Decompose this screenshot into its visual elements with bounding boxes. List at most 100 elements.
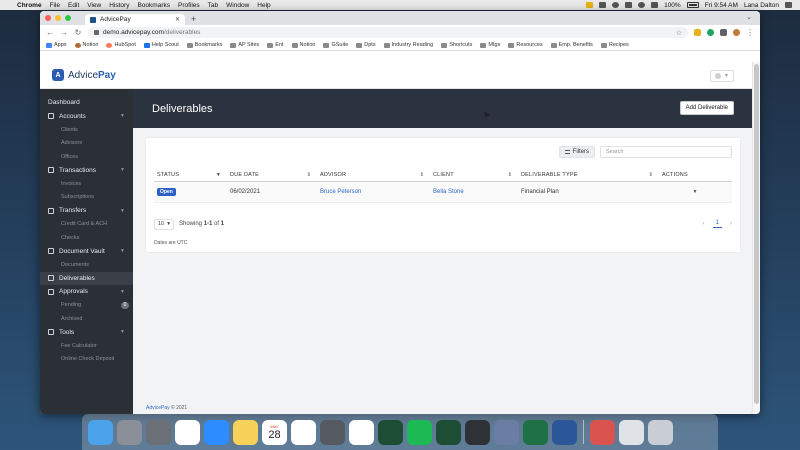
battery-icon[interactable] [686, 2, 699, 8]
sidebar-sub-checks[interactable]: Checks [40, 231, 133, 245]
menubar-tab[interactable]: Tab [208, 2, 218, 9]
sidebar-sub-archived[interactable]: Archived [40, 312, 133, 326]
menubar-file[interactable]: File [50, 2, 60, 9]
bookmark-hubspot[interactable]: HubSpot [106, 42, 136, 48]
profile-avatar-icon[interactable] [733, 29, 740, 36]
sidebar-item-approvals[interactable]: Approvals ▼ [40, 285, 133, 299]
sidebar-item-transactions[interactable]: Transactions ▼ [40, 164, 133, 178]
dock-system-preferences-icon[interactable] [146, 419, 171, 445]
tab-close-icon[interactable]: ✕ [175, 16, 180, 23]
scrollbar-thumb[interactable] [754, 64, 759, 404]
sidebar-sub-fee-calculator[interactable]: Fee Calculator [40, 339, 133, 353]
minimize-window-button[interactable] [55, 15, 61, 21]
dock-finder-icon[interactable] [88, 419, 113, 445]
browser-menu-icon[interactable]: ⋮ [746, 28, 754, 37]
page-scrollbar[interactable] [752, 62, 760, 414]
bookmark-star-icon[interactable]: ☆ [676, 29, 682, 37]
extension-1-icon[interactable] [694, 29, 701, 36]
sidebar-sub-advisors[interactable]: Advisors [40, 137, 133, 151]
bookmark-folder-mtgs[interactable]: Mtgs [480, 42, 500, 48]
dock-app-red-icon[interactable] [590, 419, 615, 445]
bookmark-folder-shortcuts[interactable]: Shortcuts [441, 42, 472, 48]
dock-trash-icon[interactable] [648, 419, 673, 445]
sidebar-item-accounts[interactable]: Accounts ▼ [40, 110, 133, 124]
menubar-help[interactable]: Help [257, 2, 270, 9]
sidebar-sub-pending[interactable]: Pending 0 [40, 299, 133, 313]
menubar-clock[interactable]: Fri 9:54 AM [705, 2, 738, 9]
dock-word-icon[interactable] [552, 419, 577, 445]
zoom-window-button[interactable] [65, 15, 71, 21]
bookmark-folder-notion[interactable]: Notion [291, 42, 315, 48]
sidebar-item-dashboard[interactable]: Dashboard [40, 96, 133, 110]
close-window-button[interactable] [45, 15, 51, 21]
sidebar-sub-documents[interactable]: Documents [40, 258, 133, 272]
extension-2-icon[interactable] [707, 29, 714, 36]
row-actions-dropdown[interactable]: ▼ [678, 188, 712, 197]
bookmark-help-scout[interactable]: Help Scout [143, 42, 179, 48]
page-1-button[interactable]: 1 [712, 220, 722, 228]
tab-search-icon[interactable]: ⌄ [746, 13, 752, 21]
sidebar-sub-credit-card-ach[interactable]: Credit Card & ACH [40, 218, 133, 232]
dock-mail-window-icon[interactable] [619, 419, 644, 445]
column-header-client[interactable]: CLIENT ⇕ [430, 168, 518, 182]
forward-button[interactable]: → [60, 28, 68, 37]
dock-spotify-icon[interactable] [407, 419, 432, 445]
extensions-puzzle-icon[interactable] [720, 29, 727, 36]
sidebar-sub-offices[interactable]: Offices [40, 150, 133, 164]
advicepay-logo[interactable]: A AdvicePay [52, 69, 116, 81]
sidebar-item-tools[interactable]: Tools ▼ [40, 326, 133, 340]
menubar-app-name[interactable]: Chrome [17, 2, 42, 9]
sidebar-item-transfers[interactable]: Transfers ▼ [40, 204, 133, 218]
search-input[interactable] [600, 146, 732, 158]
footer-brand-link[interactable]: AdvicePay [146, 405, 170, 411]
bookmark-apps[interactable]: Apps [46, 42, 67, 48]
lock-icon[interactable] [94, 30, 99, 35]
bookmark-folder-emp-benefits[interactable]: Emp. Benefits [550, 42, 593, 48]
bookmark-folder-resources[interactable]: Resources [508, 42, 543, 48]
back-button[interactable]: ← [46, 28, 54, 37]
menubar-user[interactable]: Lana Dalton [744, 2, 779, 9]
wifi-icon[interactable] [638, 2, 646, 8]
browser-tab-advicepay[interactable]: AdvicePay ✕ [85, 14, 185, 25]
column-header-due-date[interactable]: DUE DATE ⇕ [227, 168, 317, 182]
dock-calendar-icon[interactable]: MAY 28 [262, 419, 287, 445]
add-deliverable-button[interactable]: Add Deliverable [679, 101, 734, 115]
bookmark-folder-bookmarks[interactable]: Bookmarks [186, 42, 222, 48]
prev-page-button[interactable]: ‹ [703, 221, 705, 227]
sidebar-item-deliverables[interactable]: Deliverables [40, 271, 133, 285]
dock-slack-icon[interactable] [175, 419, 200, 445]
sidebar-sub-invoices[interactable]: Invoices [40, 177, 133, 191]
dock-numbers-icon[interactable] [320, 419, 345, 445]
bookmark-folder-industry-reading[interactable]: Industry Reading [383, 42, 433, 48]
menubar-bookmarks[interactable]: Bookmarks [137, 2, 170, 9]
table-row[interactable]: Open 06/02/2021 Bruce Peterson Bella Sto… [154, 182, 732, 203]
bookmark-folder-ent[interactable]: Ent [267, 42, 284, 48]
dock-notion-icon[interactable] [349, 419, 374, 445]
menubar-profiles[interactable]: Profiles [178, 2, 200, 9]
dock-excel-icon[interactable] [523, 419, 548, 445]
column-header-status[interactable]: STATUS ▼ [154, 168, 227, 182]
menubar-edit[interactable]: Edit [68, 2, 79, 9]
dock-preview-icon[interactable] [494, 419, 519, 445]
address-bar[interactable]: demo.advicepay.com/deliverables ☆ [88, 27, 688, 38]
sidebar-item-document-vault[interactable]: Document Vault ▼ [40, 245, 133, 259]
bluetooth-icon[interactable] [625, 2, 633, 8]
dock-cloud-app-icon[interactable] [465, 419, 490, 445]
dock-app-green-2-icon[interactable] [436, 419, 461, 445]
sidebar-sub-clients[interactable]: Clients [40, 123, 133, 137]
new-tab-button[interactable]: + [191, 14, 196, 25]
menubar-history[interactable]: History [109, 2, 129, 9]
client-link[interactable]: Bella Stone [433, 189, 464, 195]
bookmark-folder-recipes[interactable]: Recipes [600, 42, 629, 48]
dock-app-green-1-icon[interactable] [378, 419, 403, 445]
reload-button[interactable]: ↻ [74, 28, 82, 37]
dock-notes-icon[interactable] [233, 419, 258, 445]
control-center-icon[interactable] [785, 2, 792, 8]
status-extra-icon[interactable] [586, 2, 594, 8]
next-page-button[interactable]: › [730, 221, 732, 227]
bookmark-notion[interactable]: Notion [74, 42, 98, 48]
menubar-view[interactable]: View [87, 2, 101, 9]
user-menu-button[interactable]: ▼ [710, 70, 734, 82]
menubar-window[interactable]: Window [226, 2, 249, 9]
advisor-link[interactable]: Bruce Peterson [320, 189, 361, 195]
